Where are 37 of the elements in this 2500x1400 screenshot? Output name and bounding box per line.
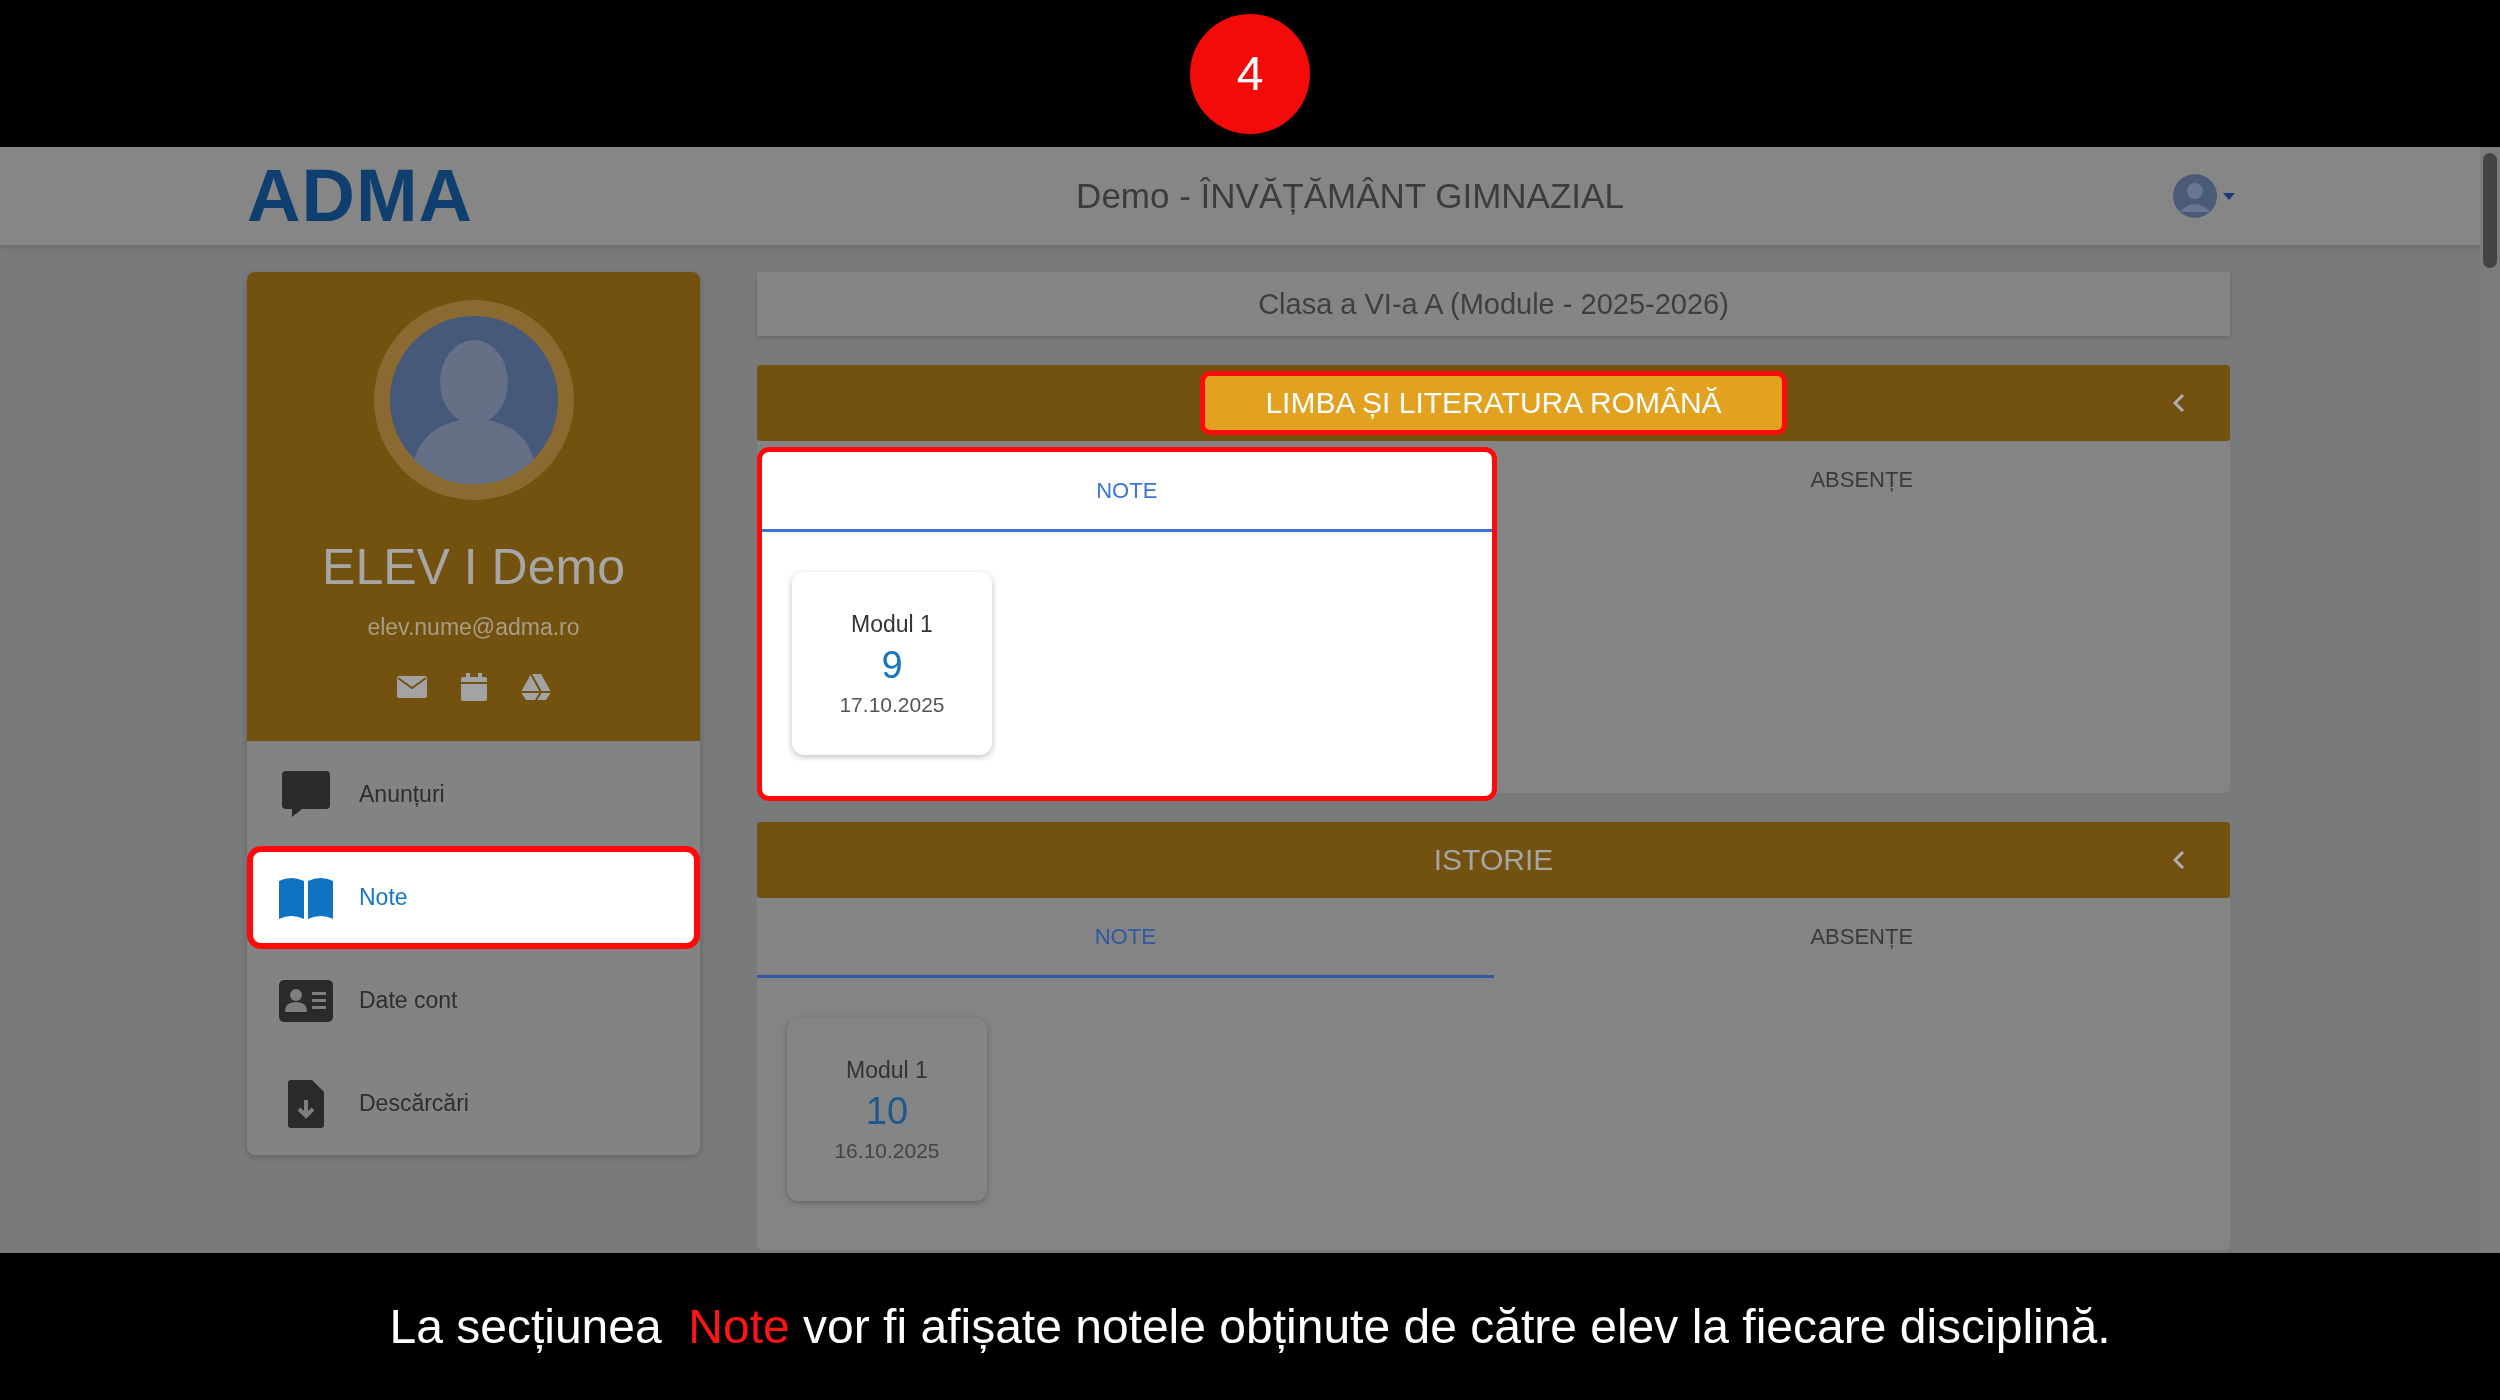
caret-icon[interactable] (2223, 192, 2235, 200)
tab[interactable]: NOTE (757, 898, 1494, 978)
book-icon (279, 876, 333, 919)
mail-icon[interactable] (396, 676, 427, 698)
scrollbar[interactable] (2480, 147, 2500, 1253)
grade-date: 17.10.2025 (839, 692, 945, 717)
logo[interactable]: ADMA (247, 159, 473, 233)
tab[interactable]: ABSENȚE (1493, 898, 2230, 978)
id-card-icon (279, 979, 333, 1022)
drive-icon[interactable] (520, 674, 551, 700)
chevron-left-icon[interactable] (2173, 393, 2185, 413)
student-email: elev.nume@adma.ro (367, 614, 580, 641)
avatar-icon (373, 300, 574, 500)
nav-item[interactable]: Note (247, 846, 700, 949)
nav-item[interactable]: Anunțuri (247, 743, 700, 846)
page-title: Demo - ÎNVĂȚĂMÂNT GIMNAZIAL (1076, 176, 1624, 216)
chevron-left-icon[interactable] (2173, 850, 2185, 870)
tab[interactable]: NOTE (762, 452, 1492, 532)
calendar-icon[interactable] (460, 673, 487, 701)
caption-text: La secțiunea Note vor fi afișate notele obținute de către elev la fiecare disciplină. (389, 1299, 2111, 1354)
grade-value: 10 (865, 1089, 909, 1133)
nav-item[interactable]: Date cont (247, 949, 700, 1052)
step-badge: 4 (1190, 13, 1310, 134)
subject-title: ISTORIE (1433, 843, 1554, 877)
class-title: Clasa a VI-a A (Module - 2025-2026) (1258, 287, 1729, 321)
student-name: ELEV I Demo (322, 538, 625, 596)
subject-header[interactable]: LIMBA ȘI LITERATURA ROMÂNĂ (757, 365, 2230, 441)
nav-item[interactable]: Descărcări (247, 1052, 700, 1155)
user-avatar-icon[interactable] (2173, 174, 2217, 218)
module-label: Modul 1 (846, 1056, 928, 1084)
subject-header[interactable]: ISTORIE (757, 822, 2230, 898)
subject-title: LIMBA ȘI LITERATURA ROMÂNĂ (1200, 371, 1787, 435)
module-label: Modul 1 (851, 610, 933, 638)
grade-date: 16.10.2025 (834, 1138, 940, 1163)
grade-value: 9 (881, 643, 903, 687)
tab[interactable]: ABSENȚE (1493, 441, 2230, 521)
speech-bubble-icon (279, 770, 333, 819)
